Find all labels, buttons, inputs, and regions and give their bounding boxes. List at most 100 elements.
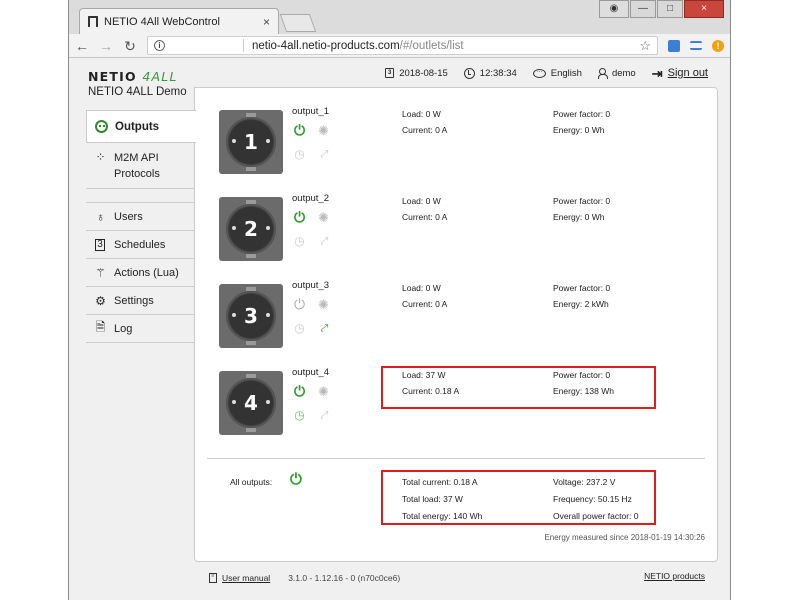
forward-arrow-icon[interactable]: → xyxy=(99,39,113,53)
address-bar[interactable]: i netio-4all.netio-products.com/#/outlet… xyxy=(147,36,658,55)
footer: ≡ User manual 3.1.0 - 1.12.16 - 0 (n70c0… xyxy=(209,573,400,583)
sidebar-item-log[interactable]: 🗎 Log xyxy=(86,315,195,343)
extension-icon[interactable] xyxy=(668,39,680,52)
sidebar-item-label: M2M API Protocols xyxy=(114,152,160,180)
profile-icon[interactable]: ◉ xyxy=(599,0,629,18)
date-text: 2018-08-15 xyxy=(399,67,448,79)
sidebar-item-m2m-api[interactable]: ⁘ M2M API Protocols xyxy=(86,143,195,189)
all-outputs-power-icon[interactable]: ⏻ xyxy=(290,471,302,488)
extension-list-icon[interactable] xyxy=(690,41,702,50)
socket-icon[interactable]: 2 xyxy=(219,197,283,261)
action-run-icon: ⤤ xyxy=(320,147,327,161)
gear-icon: ⚙ xyxy=(95,293,106,308)
tab-title: NETIO 4All WebControl xyxy=(104,15,220,28)
socket-icon[interactable]: 3 xyxy=(219,284,283,348)
user-manual-text: User manual xyxy=(222,573,271,583)
user-menu[interactable]: demo xyxy=(597,67,636,79)
sidebar-item-label: Settings xyxy=(114,294,154,307)
outlet-controls: ⏻ ✺ xyxy=(292,297,331,313)
outlet-card-1: 1 output_1 ⏻ ✺ ◷ ⤤ Load: 0 W Current: 0 … xyxy=(219,106,699,190)
outlet-controls: ⏻ ✺ xyxy=(292,123,331,139)
menu-warning-icon[interactable]: ! xyxy=(712,39,724,52)
sidebar-item-label: Schedules xyxy=(114,238,166,251)
netio-products-link[interactable]: NETIO products xyxy=(644,571,705,581)
date-display: 3 2018-08-15 xyxy=(385,68,448,79)
timer-icon: ◷ xyxy=(294,234,305,248)
outlet-status: ◷ ⤤ xyxy=(292,321,331,336)
power-off-icon[interactable]: ⏻ xyxy=(292,297,307,312)
sidebar-item-label: Log xyxy=(114,322,133,335)
url-host: netio-4all.netio-products.com xyxy=(252,39,400,52)
sidebar-item-outputs[interactable]: Outputs xyxy=(86,110,196,143)
sidebar-item-users[interactable]: ♁ Users xyxy=(86,203,195,231)
netio-logo: NETIO 4ALL xyxy=(88,69,178,84)
user-icon xyxy=(597,67,608,79)
site-info-icon[interactable]: i xyxy=(154,40,165,51)
action-run-icon: ⤤ xyxy=(320,234,327,248)
highlight-box-outlet-4 xyxy=(381,366,656,409)
load-value: Load: 0 W xyxy=(402,109,441,119)
energy-value: Energy: 0 Wh xyxy=(553,125,605,135)
socket-icon[interactable]: 1 xyxy=(219,110,283,174)
signout-icon: ⇥ xyxy=(651,65,663,81)
outlet-name: output_1 xyxy=(292,106,329,117)
highlight-box-totals xyxy=(381,470,656,525)
power-on-icon[interactable]: ⏻ xyxy=(292,384,307,399)
reset-spinner-icon[interactable]: ✺ xyxy=(316,384,331,399)
timer-icon: ◷ xyxy=(294,408,305,422)
window-close-button[interactable]: × xyxy=(684,0,724,18)
back-arrow-icon[interactable]: ← xyxy=(75,39,89,53)
browser-tab[interactable]: NETIO 4All WebControl × xyxy=(79,8,279,34)
page: NETIO 4ALL NETIO 4ALL Demo 3 2018-08-15 … xyxy=(69,59,730,600)
outlet-number: 4 xyxy=(244,391,258,415)
minimize-button[interactable]: — xyxy=(630,0,656,18)
all-outputs-label: All outputs: xyxy=(230,477,273,487)
power-on-icon[interactable]: ⏻ xyxy=(292,123,307,138)
document-icon: 🗎 xyxy=(95,320,106,334)
reset-spinner-icon[interactable]: ✺ xyxy=(316,123,331,138)
outlet-card-2: 2 output_2 ⏻ ✺ ◷ ⤤ Load: 0 W Current: 0 … xyxy=(219,193,699,277)
bookmark-star-icon[interactable]: ☆ xyxy=(639,38,651,54)
sidebar-item-schedules[interactable]: 3 Schedules xyxy=(86,231,195,259)
outlet-status: ◷ ⤤ xyxy=(292,408,331,423)
firmware-version: 3.1.0 - 1.12.16 - 0 (n70c0ce6) xyxy=(288,573,401,583)
time-text: 12:38:34 xyxy=(479,67,517,79)
maximize-button[interactable]: □ xyxy=(657,0,683,18)
load-value: Load: 0 W xyxy=(402,196,441,206)
energy-value: Energy: 0 Wh xyxy=(553,212,605,222)
omnibox-separator xyxy=(243,39,244,52)
power-factor-value: Power factor: 0 xyxy=(553,283,611,293)
header-bar: 3 2018-08-15 12:38:34 ··· English demo ⇥… xyxy=(385,65,708,81)
url-text[interactable]: netio-4all.netio-products.com/#/outlets/… xyxy=(252,40,631,52)
outlet-number: 2 xyxy=(244,217,258,241)
socket-icon[interactable]: 4 xyxy=(219,371,283,435)
power-factor-value: Power factor: 0 xyxy=(553,196,611,206)
outlet-status: ◷ ⤤ xyxy=(292,234,331,249)
logo-accent: 4ALL xyxy=(142,69,178,84)
sidebar-item-actions[interactable]: ⚚ Actions (Lua) xyxy=(86,259,195,287)
outlet-card-3: 3 output_3 ⏻ ✺ ◷ ⤤ Load: 0 W Current: 0 … xyxy=(219,280,699,364)
calendar-icon: 3 xyxy=(385,68,395,78)
new-tab-button[interactable] xyxy=(279,14,317,32)
outlet-controls: ⏻ ✺ xyxy=(292,384,331,400)
tab-close-icon[interactable]: × xyxy=(263,15,270,29)
logo-main: NETIO xyxy=(88,69,137,84)
user-manual-link[interactable]: ≡ User manual xyxy=(209,573,270,583)
signout-link[interactable]: ⇥ Sign out xyxy=(651,65,708,81)
browser-titlebar: NETIO 4All WebControl × ◉ — □ × xyxy=(69,0,730,34)
calendar-icon: 3 xyxy=(95,238,105,251)
outlet-name: output_4 xyxy=(292,367,329,378)
time-display: 12:38:34 xyxy=(463,67,517,79)
url-path: /#/outlets/list xyxy=(399,39,464,52)
reset-spinner-icon[interactable]: ✺ xyxy=(316,297,331,312)
panel-divider xyxy=(207,458,705,459)
reset-spinner-icon[interactable]: ✺ xyxy=(316,210,331,225)
reload-icon[interactable]: ↻ xyxy=(123,39,137,53)
sidebar-item-settings[interactable]: ⚙ Settings xyxy=(86,287,195,315)
clock-icon xyxy=(463,67,475,79)
power-on-icon[interactable]: ⏻ xyxy=(292,210,307,225)
outlet-name: output_3 xyxy=(292,280,329,291)
sidebar-item-label: Users xyxy=(114,210,143,223)
language-selector[interactable]: ··· English xyxy=(532,68,582,79)
outlet-status: ◷ ⤤ xyxy=(292,147,331,162)
